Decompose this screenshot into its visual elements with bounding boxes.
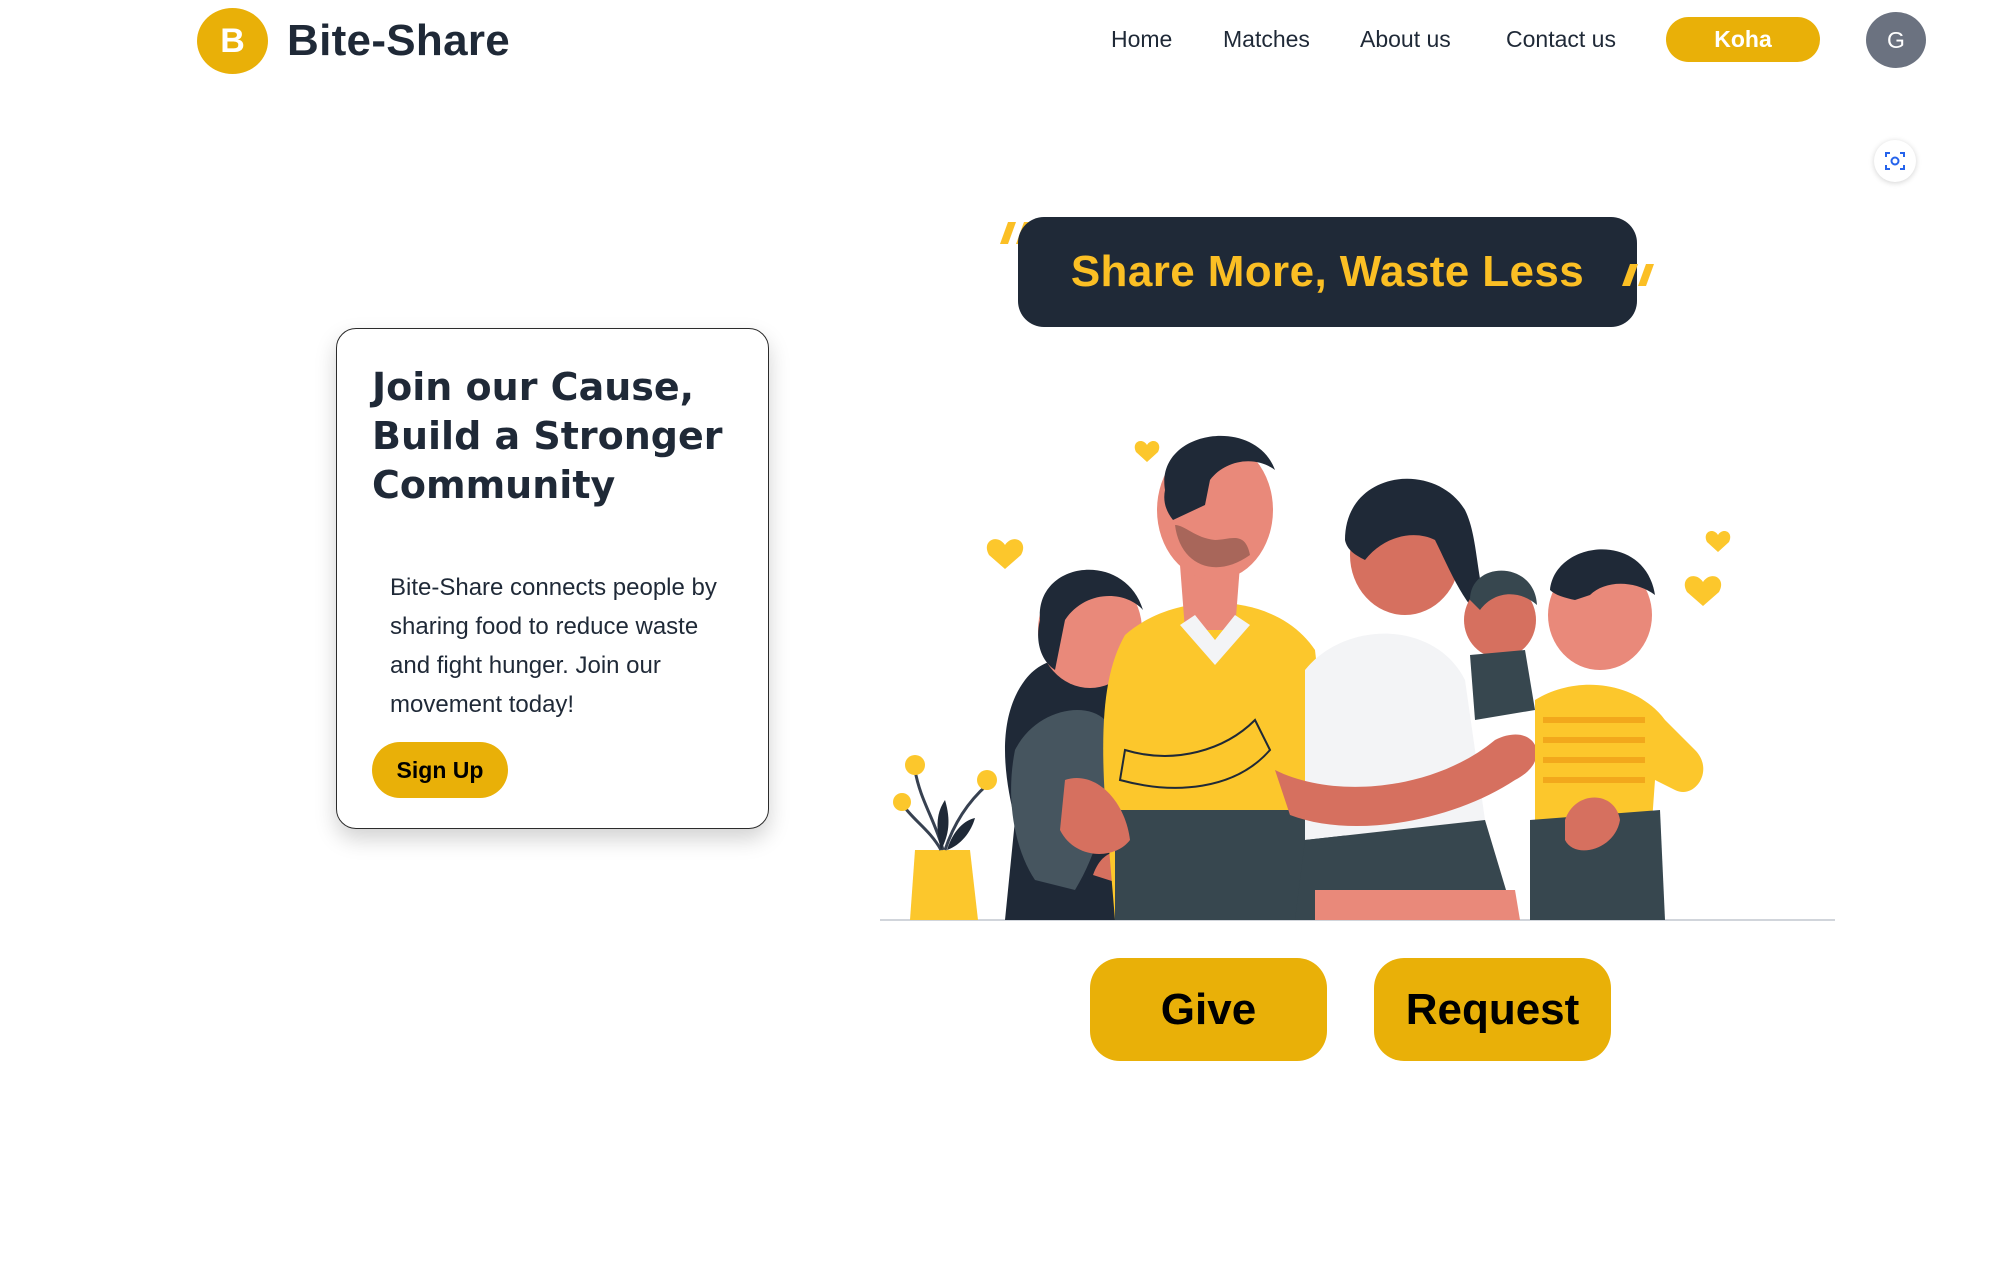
boy-figure [1530,549,1704,920]
brand-name[interactable]: Bite-Share [287,16,510,66]
user-avatar[interactable]: G [1866,12,1926,68]
nav-home-link[interactable]: Home [1111,26,1172,53]
logo-badge[interactable]: B [197,8,268,74]
nav-about-link[interactable]: About us [1360,26,1451,53]
join-cause-card: Join our Cause, Build a Stronger Communi… [336,328,769,829]
flower-vase [893,755,997,920]
request-button[interactable]: Request [1374,958,1611,1061]
give-button[interactable]: Give [1090,958,1327,1061]
card-description: Bite-Share connects people by sharing fo… [390,574,717,718]
slogan-banner: Share More, Waste Less [1018,217,1637,327]
screenshot-capture-button[interactable] [1874,140,1916,182]
quote-close-icon [1622,264,1654,286]
nav-matches-link[interactable]: Matches [1223,26,1310,53]
nav-contact-link[interactable]: Contact us [1506,26,1616,53]
screenshot-capture-icon [1885,152,1905,170]
family-illustration [880,435,1835,921]
sign-up-button[interactable]: Sign Up [372,742,508,798]
card-title: Join our Cause, Build a Stronger Communi… [372,365,723,507]
koha-donate-button[interactable]: Koha [1666,17,1820,62]
slogan-text: Share More, Waste Less [1070,247,1585,296]
mother-figure [1275,478,1537,920]
